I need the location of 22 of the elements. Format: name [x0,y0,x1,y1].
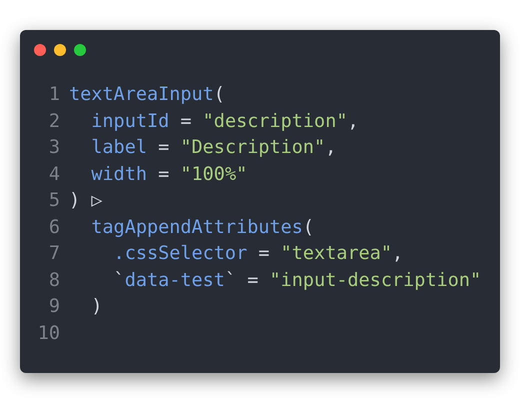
code-line: label = "Description", [90,137,336,158]
line-number: 10 [38,322,60,346]
code-line: tagAppendAttributes( [90,216,314,238]
code-line: ) [90,296,102,317]
line-number: 3 [48,136,60,160]
window-dot[interactable] [54,44,66,56]
code-line: textAreaInput( [69,84,225,105]
line-number: 9 [48,295,60,319]
code-line: width = "100%" [90,164,248,184]
code-line: .cssSelector = "textarea", [112,243,404,264]
line-number: 7 [48,242,60,266]
code-line: inputId = "description", [90,110,359,132]
code-line: `data-test` = "input-description" [112,270,482,290]
window-dot[interactable] [34,44,46,56]
code-line: ) ▷ [69,190,102,211]
line-number: 1 [48,83,60,107]
window-dot[interactable] [74,44,86,56]
line-number: 4 [48,162,60,186]
line-number: 6 [48,216,60,240]
line-number: 2 [48,110,60,134]
line-number: 8 [48,268,60,292]
line-number: 5 [48,189,60,213]
